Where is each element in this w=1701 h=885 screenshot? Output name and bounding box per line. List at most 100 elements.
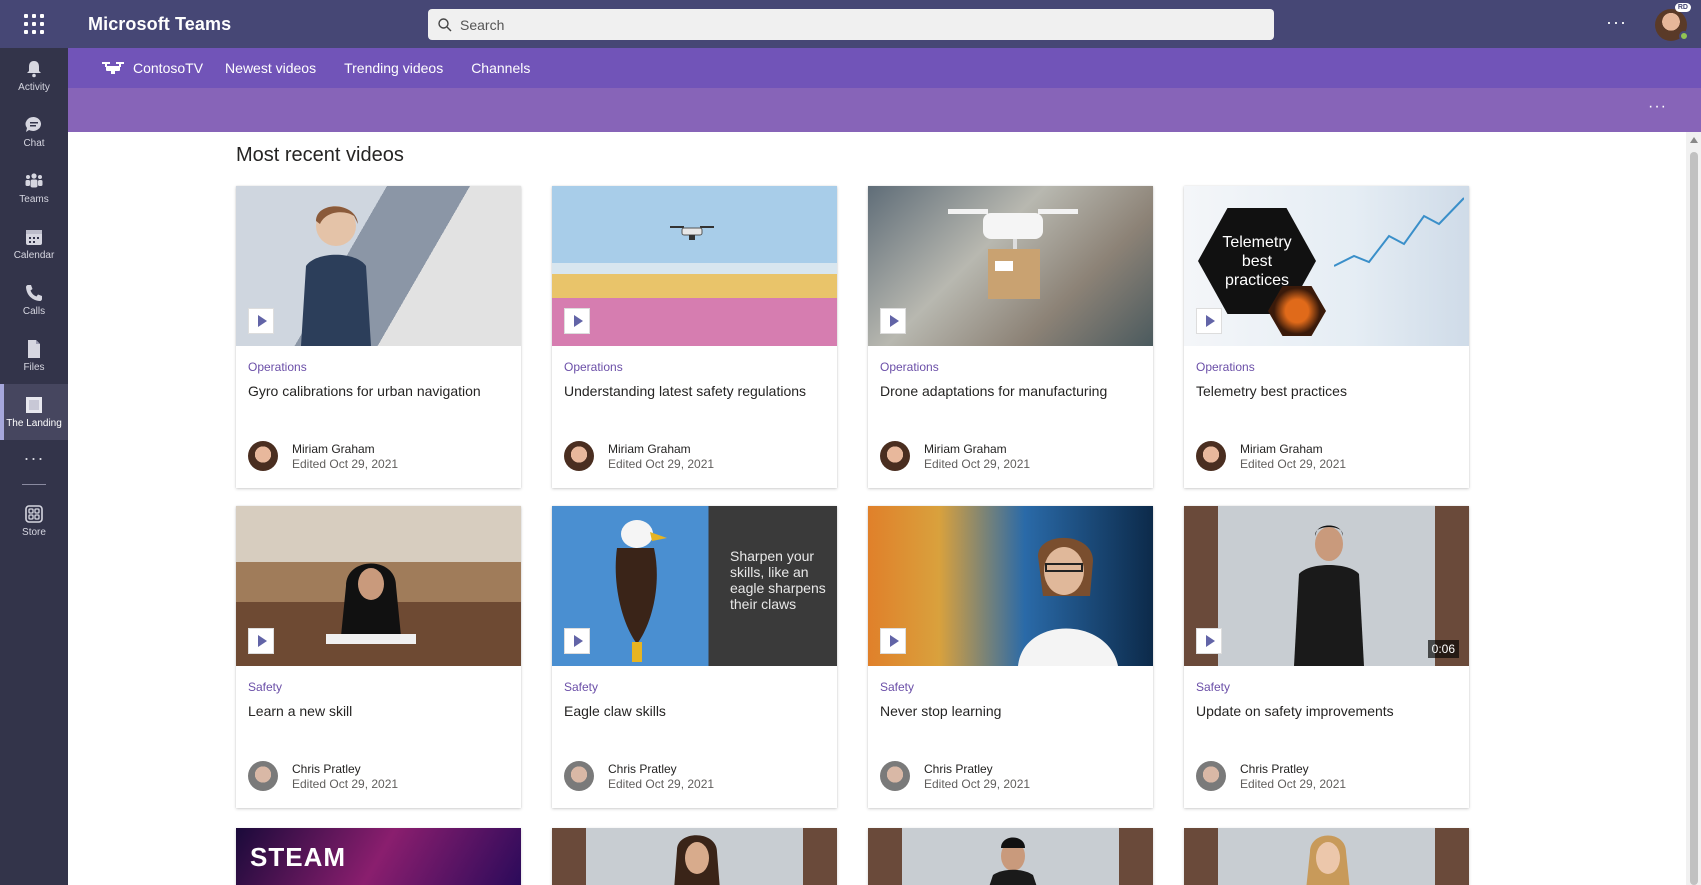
presenter-illustration xyxy=(989,837,1037,885)
video-thumbnail[interactable]: STEAM xyxy=(236,828,521,885)
video-title[interactable]: Never stop learning xyxy=(880,703,1001,719)
video-card[interactable]: Safety Never stop learning Chris Pratley… xyxy=(868,506,1153,808)
video-thumbnail[interactable] xyxy=(868,828,1153,885)
video-card[interactable]: Operations Understanding latest safety r… xyxy=(552,186,837,488)
video-thumbnail[interactable] xyxy=(552,186,837,346)
video-thumbnail[interactable] xyxy=(552,828,837,885)
thumbnail-text-line: Sharpen your xyxy=(730,548,815,564)
rail-item-files[interactable]: Files xyxy=(0,328,68,384)
video-thumbnail[interactable] xyxy=(236,186,521,346)
video-card[interactable]: Operations Drone adaptations for manufac… xyxy=(868,186,1153,488)
presenter-illustration xyxy=(1294,525,1364,666)
video-card[interactable]: Telemetry best practices Operations Tele… xyxy=(1184,186,1469,488)
video-title[interactable]: Update on safety improvements xyxy=(1196,703,1394,719)
play-button[interactable] xyxy=(564,308,590,334)
video-category[interactable]: Operations xyxy=(248,360,307,374)
author-name: Chris Pratley xyxy=(924,762,993,776)
nav-brand-link[interactable]: ContosoTV xyxy=(102,60,203,76)
bell-icon xyxy=(27,61,41,78)
rail-item-the-landing[interactable]: The Landing xyxy=(0,384,68,440)
video-thumbnail[interactable]: Telemetry best practices xyxy=(1184,186,1469,346)
video-card[interactable]: 0:06 Safety Update on safety improvement… xyxy=(1184,506,1469,808)
nav-link-newest-videos[interactable]: Newest videos xyxy=(225,60,316,76)
video-title[interactable]: Gyro calibrations for urban navigation xyxy=(248,383,481,399)
rail-item-activity[interactable]: Activity xyxy=(0,48,68,104)
student-illustration xyxy=(301,206,371,346)
video-category[interactable]: Safety xyxy=(564,680,598,694)
search-box[interactable] xyxy=(428,9,1274,40)
video-category[interactable]: Operations xyxy=(564,360,623,374)
nav-link-trending-videos[interactable]: Trending videos xyxy=(344,60,443,76)
author-name: Chris Pratley xyxy=(1240,762,1309,776)
video-category[interactable]: Operations xyxy=(1196,360,1255,374)
rail-item-calendar[interactable]: Calendar xyxy=(0,216,68,272)
video-category[interactable]: Safety xyxy=(880,680,914,694)
video-thumbnail[interactable] xyxy=(1184,828,1469,885)
title-bar: Microsoft Teams ··· RD xyxy=(0,0,1701,48)
presence-status-icon xyxy=(1679,31,1689,41)
waffle-icon xyxy=(24,14,44,34)
video-category[interactable]: Safety xyxy=(248,680,282,694)
rail-item-label: Chat xyxy=(23,138,45,149)
video-thumbnail[interactable] xyxy=(236,506,521,666)
thumbnail-text-line: STEAM xyxy=(250,842,346,872)
play-button[interactable] xyxy=(1196,308,1222,334)
more-apps-icon[interactable]: ··· xyxy=(0,440,68,476)
video-category[interactable]: Safety xyxy=(1196,680,1230,694)
scrollbar-thumb[interactable] xyxy=(1690,152,1698,885)
video-card[interactable]: Operations Gyro calibrations for urban n… xyxy=(236,186,521,488)
edited-date: Edited Oct 29, 2021 xyxy=(608,777,715,791)
play-button[interactable] xyxy=(880,308,906,334)
more-options-icon[interactable]: ··· xyxy=(1606,12,1627,33)
scroll-up-arrow-icon[interactable] xyxy=(1690,137,1698,143)
video-title[interactable]: Learn a new skill xyxy=(248,703,352,719)
avatar xyxy=(564,441,594,471)
video-title[interactable]: Telemetry best practices xyxy=(1196,383,1347,399)
rail-item-store[interactable]: Store xyxy=(0,493,68,549)
video-title[interactable]: Drone adaptations for manufacturing xyxy=(880,383,1107,399)
play-button[interactable] xyxy=(248,628,274,654)
thumbnail-text-line: best xyxy=(1241,252,1273,270)
thumbnail-text-line: Telemetry xyxy=(1222,233,1292,251)
video-thumbnail[interactable]: Sharpen your skills, like an eagle sharp… xyxy=(552,506,837,666)
page-more-options-icon[interactable]: ··· xyxy=(1648,98,1667,116)
thumbnail-text-line: skills, like an xyxy=(730,564,809,580)
video-card[interactable]: Sharpen your skills, like an eagle sharp… xyxy=(552,506,837,808)
rail-item-calls[interactable]: Calls xyxy=(0,272,68,328)
play-button[interactable] xyxy=(1196,628,1222,654)
rail-item-chat[interactable]: Chat xyxy=(0,104,68,160)
edited-date: Edited Oct 29, 2021 xyxy=(292,457,399,471)
calendar-icon xyxy=(26,230,42,245)
app-title: Microsoft Teams xyxy=(88,13,232,34)
search-input[interactable] xyxy=(460,16,1240,33)
vertical-scrollbar[interactable] xyxy=(1686,132,1701,885)
author-name: Miriam Graham xyxy=(608,442,691,456)
video-thumbnail[interactable]: 0:06 xyxy=(1184,506,1469,666)
file-icon xyxy=(28,340,40,358)
video-category[interactable]: Operations xyxy=(880,360,939,374)
play-button[interactable] xyxy=(564,628,590,654)
teams-icon xyxy=(25,173,43,188)
presenter-illustration xyxy=(1306,835,1350,885)
section-title: Most recent videos xyxy=(236,144,404,166)
avatar xyxy=(564,761,594,791)
video-title[interactable]: Understanding latest safety regulations xyxy=(564,383,806,399)
play-button[interactable] xyxy=(880,628,906,654)
nav-link-channels[interactable]: Channels xyxy=(471,60,530,76)
app-launcher-button[interactable] xyxy=(0,0,68,48)
video-card[interactable]: Safety Learn a new skill Chris Pratley E… xyxy=(236,506,521,808)
rail-item-teams[interactable]: Teams xyxy=(0,160,68,216)
avatar xyxy=(880,441,910,471)
video-thumbnail[interactable] xyxy=(868,186,1153,346)
thumbnail-text-line: practices xyxy=(1224,271,1289,289)
chart-line-illustration xyxy=(1334,197,1464,267)
avatar xyxy=(880,761,910,791)
drone-icon xyxy=(102,62,124,74)
play-button[interactable] xyxy=(248,308,274,334)
thumbnail-text-line: their claws xyxy=(730,596,797,612)
edited-date: Edited Oct 29, 2021 xyxy=(1240,777,1347,791)
rail-item-label: Calls xyxy=(22,306,46,317)
store-icon xyxy=(25,505,43,523)
video-thumbnail[interactable] xyxy=(868,506,1153,666)
video-title[interactable]: Eagle claw skills xyxy=(564,703,666,719)
